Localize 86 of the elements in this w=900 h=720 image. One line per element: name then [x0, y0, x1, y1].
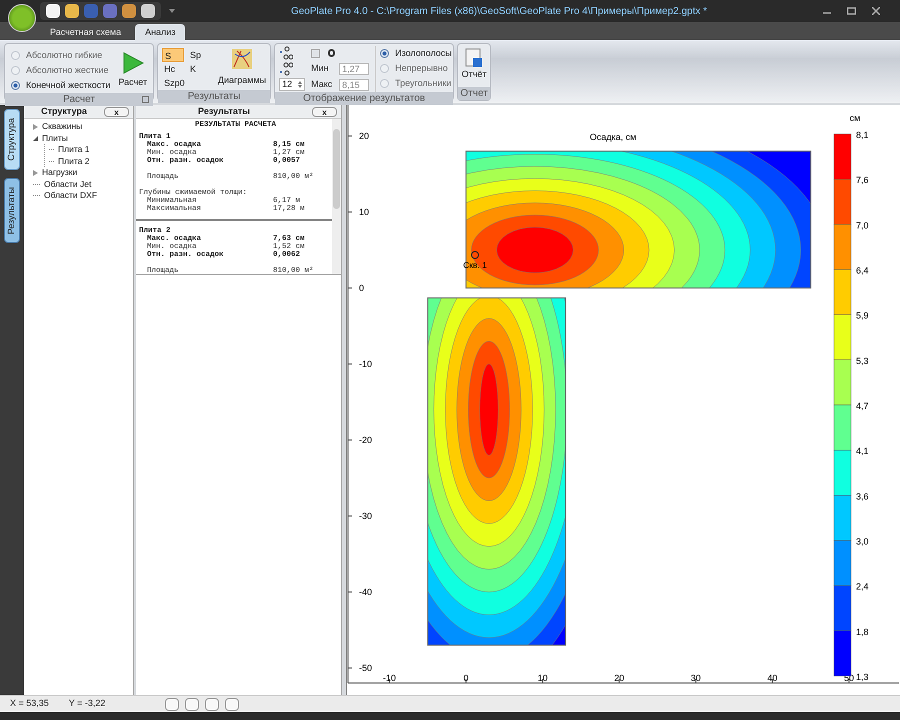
- report-button[interactable]: Отчёт: [458, 44, 490, 87]
- play-icon: [122, 52, 144, 74]
- window-title: GeoPlate Pro 4.0 - C:\Program Files (x86)\GeoSoft\GeoPlate Pro 4\Примеры\Пример2.gptx *: [290, 4, 708, 18]
- result-type-toggle[interactable]: K: [188, 62, 210, 76]
- radio-option[interactable]: Абсолютно жесткие: [11, 63, 110, 78]
- panel-title: Результаты: [197, 104, 251, 118]
- legend-label: 4,7: [856, 401, 869, 411]
- y-tick-label: -30: [359, 511, 372, 521]
- toolbar-caret-icon[interactable]: [169, 9, 175, 13]
- legend-label: 7,0: [856, 220, 869, 230]
- lock-checkbox[interactable]: [311, 48, 320, 58]
- plot-title: Осадка, см: [590, 132, 636, 142]
- radio-option[interactable]: Непрерывно: [380, 61, 452, 76]
- y-tick-label: -50: [359, 663, 372, 673]
- result-type-toggle[interactable]: Sp: [188, 48, 210, 62]
- expanded-caret-icon[interactable]: [33, 136, 38, 141]
- well-marker-icon[interactable]: [471, 251, 479, 259]
- legend-label: 4,1: [856, 446, 869, 456]
- dialog-launcher-icon[interactable]: [142, 96, 150, 103]
- range-input[interactable]: 1,27: [339, 63, 370, 75]
- radio-option[interactable]: Треугольники: [380, 76, 452, 91]
- tree-item[interactable]: Области Jet: [44, 178, 92, 191]
- group-label: Результаты: [158, 90, 270, 103]
- collapsed-caret-icon[interactable]: [33, 124, 38, 130]
- y-tick-label: -20: [359, 435, 372, 445]
- tree-item[interactable]: Области DXF: [44, 189, 98, 202]
- scrollbar[interactable]: [332, 119, 341, 274]
- range-label: Мин: [311, 62, 330, 76]
- legend-label: 8,1: [856, 130, 869, 140]
- side-tab[interactable]: Результаты: [4, 178, 20, 244]
- cursor-x-coordinate: X = 53,35: [10, 697, 49, 710]
- legend-label: 3,0: [856, 536, 869, 546]
- legend-label: 5,9: [856, 310, 869, 321]
- tree-item[interactable]: Скважины: [42, 120, 82, 134]
- y-tick-label: -40: [359, 587, 372, 597]
- collapsed-caret-icon[interactable]: [33, 170, 38, 176]
- y-tick-label: -10: [359, 359, 372, 369]
- report-icon: [465, 48, 484, 68]
- group-label: Расчет: [5, 93, 154, 106]
- radio-option[interactable]: Абсолютно гибкие: [11, 48, 110, 63]
- panel-close-button[interactable]: x: [312, 106, 337, 116]
- radio-option[interactable]: Изолополосы: [380, 46, 452, 61]
- tree-item[interactable]: Плита 2: [58, 154, 90, 168]
- cursor-y-coordinate: Y = -3,22: [68, 697, 106, 710]
- x-tick-label: 0: [464, 673, 468, 683]
- legend-label: 3,6: [856, 491, 869, 502]
- y-tick-label: 10: [359, 207, 370, 217]
- group-label: Отображение результатов: [275, 92, 454, 105]
- legend-label: 6,4: [856, 266, 869, 276]
- result-type-toggle[interactable]: S: [162, 48, 184, 62]
- y-tick-label: 0: [359, 283, 364, 293]
- legend-label: 7,6: [856, 175, 869, 186]
- legend-label: 2,4: [856, 582, 869, 592]
- legend-unit: см: [850, 113, 860, 123]
- app-logo-icon[interactable]: [8, 4, 36, 32]
- panel-close-button[interactable]: x: [104, 106, 129, 116]
- legend-label: 1,8: [856, 626, 869, 637]
- calc-run-button[interactable]: Расчет: [118, 48, 148, 93]
- tree-item[interactable]: Плита 1: [58, 143, 90, 156]
- diagrams-button[interactable]: Диаграммы: [218, 48, 266, 90]
- radio-option[interactable]: Конечной жесткости: [11, 78, 110, 93]
- range-label: Макс: [311, 78, 334, 92]
- ribbon-tab[interactable]: Расчетная схема: [40, 24, 132, 40]
- x-tick-label: -10: [382, 673, 396, 683]
- close-icon[interactable]: [872, 7, 880, 15]
- x-tick-label: 20: [614, 673, 624, 683]
- increase-decimals-icon[interactable]: [279, 46, 294, 60]
- group-label: Отчет: [458, 87, 490, 100]
- decrease-decimals-icon[interactable]: [279, 62, 294, 76]
- chart-icon: [230, 48, 253, 70]
- side-tab[interactable]: Структура: [4, 109, 20, 170]
- result-type-toggle[interactable]: Szp0: [162, 76, 184, 90]
- legend-label: 5,3: [856, 356, 869, 366]
- result-type-toggle[interactable]: Hc: [162, 62, 184, 76]
- digits-spinner[interactable]: 12: [279, 78, 306, 91]
- tree-item[interactable]: Плиты: [42, 132, 68, 145]
- x-tick-label: 30: [690, 673, 701, 683]
- panel-title: Структура: [40, 104, 88, 118]
- x-tick-label: 10: [538, 673, 548, 683]
- y-tick-label: 20: [359, 131, 370, 141]
- legend-label: 1,3: [856, 672, 869, 682]
- range-input[interactable]: 8,15: [339, 79, 370, 91]
- tree-item[interactable]: Нагрузки: [42, 166, 78, 180]
- x-tick-label: 40: [767, 673, 778, 683]
- ribbon-tab[interactable]: Анализ: [135, 24, 186, 40]
- maximize-icon[interactable]: [847, 7, 856, 15]
